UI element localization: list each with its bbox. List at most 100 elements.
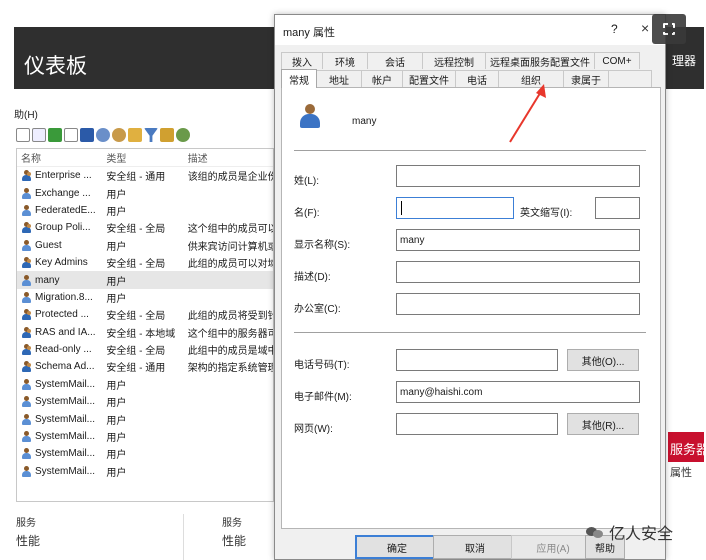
header-right-text: 理器 [671, 54, 696, 68]
given-name-field[interactable] [396, 197, 514, 219]
tab-sessions[interactable]: 会话 [367, 52, 423, 69]
phone-field[interactable] [396, 349, 558, 371]
list-item-type: 安全组 - 全局 [106, 259, 166, 271]
list-item[interactable]: Schema Ad... 安全组 - 通用 架构的指定系统管理 [17, 358, 273, 375]
group-icon [21, 170, 32, 182]
new-user-icon[interactable] [96, 128, 110, 142]
tab-rds-profile[interactable]: 远程桌面服务配置文件 [485, 52, 595, 69]
help-icon[interactable] [64, 128, 78, 142]
surname-field[interactable] [396, 165, 640, 187]
list-item-name: SystemMail... [35, 413, 96, 425]
initials-field[interactable] [595, 197, 640, 219]
list-item-name-cell: Key Admins [17, 257, 102, 269]
properties-icon[interactable] [32, 128, 46, 142]
tab-overflow[interactable] [608, 70, 652, 87]
list-item-description: 该组的成员是企业份 [187, 172, 273, 184]
list-item[interactable]: RAS and IA... 安全组 - 本地域 这个组中的服务器可 [17, 324, 273, 341]
list-item-name: Guest [35, 239, 62, 251]
list-item-type: 安全组 - 通用 [106, 172, 166, 184]
tab-dial-in[interactable]: 拨入 [281, 52, 323, 69]
user-icon [21, 274, 32, 286]
separator [294, 150, 646, 151]
column-header-name[interactable]: 名称 [17, 150, 102, 165]
list-item-description: 此组中的成员是域中 [187, 346, 273, 358]
list-item[interactable]: SystemMail... 用户 [17, 445, 273, 462]
list-item[interactable]: FederatedE... 用户 [17, 202, 273, 219]
filter-icon[interactable] [144, 128, 158, 142]
help-icon[interactable]: ? [611, 22, 618, 36]
list-item-name-cell: FederatedE... [17, 204, 102, 216]
description-label: 描述(D): [294, 272, 331, 283]
list-item[interactable]: Group Poli... 安全组 - 全局 这个组中的成员可以 [17, 219, 273, 236]
tab-account[interactable]: 帐户 [361, 70, 403, 87]
list-item-type: 安全组 - 全局 [106, 224, 166, 236]
ok-button[interactable]: 确定 [355, 535, 439, 559]
list-item[interactable]: many 用户 [17, 271, 273, 289]
list-item[interactable]: SystemMail... 用户 [17, 410, 273, 427]
list-item-description: 架构的指定系统管理 [187, 363, 273, 375]
list-item-name-cell: many [17, 274, 102, 286]
tab-general[interactable]: 常规 [281, 69, 317, 88]
new-group-icon[interactable] [112, 128, 126, 142]
list-item-name: SystemMail... [35, 448, 96, 460]
web-page-field[interactable] [396, 413, 558, 435]
bottom-mid-line2: 性能 [222, 534, 247, 548]
list-item[interactable]: Protected ... 安全组 - 全局 此组的成员将受到针 [17, 306, 273, 323]
email-field[interactable]: many@haishi.com [396, 381, 640, 403]
apply-button[interactable]: 应用(A) [511, 535, 595, 559]
list-item-name-cell: SystemMail... [17, 431, 102, 443]
tab-profile[interactable]: 配置文件 [402, 70, 456, 87]
user-display-name: many [352, 116, 377, 127]
text-caret [401, 201, 402, 215]
list-item[interactable]: SystemMail... 用户 [17, 393, 273, 410]
find-icon[interactable] [160, 128, 174, 142]
new-ou-icon[interactable] [128, 128, 142, 142]
copy-icon[interactable] [16, 128, 30, 142]
list-item[interactable]: SystemMail... 用户 [17, 376, 273, 393]
tab-com-plus[interactable]: COM+ [594, 52, 640, 69]
list-item[interactable]: Read-only ... 安全组 - 全局 此组中的成员是域中 [17, 341, 273, 358]
phone-label: 电话号码(T): [294, 360, 350, 371]
list-item-name: Protected ... [35, 309, 89, 321]
cancel-button[interactable]: 取消 [433, 535, 517, 559]
list-item-type: 安全组 - 全局 [106, 311, 166, 323]
add-to-group-icon[interactable] [176, 128, 190, 142]
tab-member-of[interactable]: 隶属于 [563, 70, 609, 87]
list-item-type: 用户 [106, 380, 127, 392]
list-header: 名称 类型 描述 [17, 149, 273, 167]
menu-help[interactable]: 助(H) [14, 106, 38, 121]
list-item[interactable]: SystemMail... 用户 [17, 428, 273, 445]
close-icon[interactable]: × [641, 20, 649, 36]
toolbar [14, 124, 274, 146]
list-item-type: 用户 [106, 241, 127, 253]
tab-environment[interactable]: 环境 [322, 52, 368, 69]
list-item-name: many [35, 274, 60, 286]
list-item-name: RAS and IA... [35, 326, 96, 338]
column-header-type[interactable]: 类型 [102, 150, 183, 165]
display-name-field[interactable]: many [396, 229, 640, 251]
column-header-description[interactable]: 描述 [184, 150, 273, 165]
description-field[interactable] [396, 261, 640, 283]
list-item[interactable]: SystemMail... 用户 [17, 463, 273, 480]
bottom-left-line2: 性能 [16, 534, 41, 548]
expand-icon[interactable] [652, 14, 686, 44]
dialog-titlebar[interactable]: many 属性 ? × [275, 15, 665, 45]
tab-telephones[interactable]: 电话 [455, 70, 499, 87]
list-item[interactable]: Enterprise ... 安全组 - 通用 该组的成员是企业份 [17, 167, 273, 184]
export-icon[interactable] [48, 128, 62, 142]
list-item[interactable]: Migration.8... 用户 [17, 289, 273, 306]
web-page-label: 网页(W): [294, 424, 333, 435]
list-item-type: 用户 [106, 206, 127, 218]
console-icon[interactable] [80, 128, 94, 142]
tab-remote-control[interactable]: 远程控制 [422, 52, 486, 69]
group-icon [21, 222, 32, 234]
list-item[interactable]: Guest 用户 供来宾访问计算机或 [17, 237, 273, 254]
list-item[interactable]: Exchange ... 用户 [17, 184, 273, 201]
other-phone-button[interactable]: 其他(O)... [567, 349, 639, 371]
other-web-button[interactable]: 其他(R)... [567, 413, 639, 435]
list-item-description: 此组的成员将受到针 [187, 311, 273, 323]
tab-address[interactable]: 地址 [316, 70, 362, 87]
general-tab-panel: many 姓(L): 名(F): 英文缩写(I): 显示名称(S): many … [281, 87, 661, 529]
office-field[interactable] [396, 293, 640, 315]
list-item[interactable]: Key Admins 安全组 - 全局 此组的成员可以对域 [17, 254, 273, 271]
